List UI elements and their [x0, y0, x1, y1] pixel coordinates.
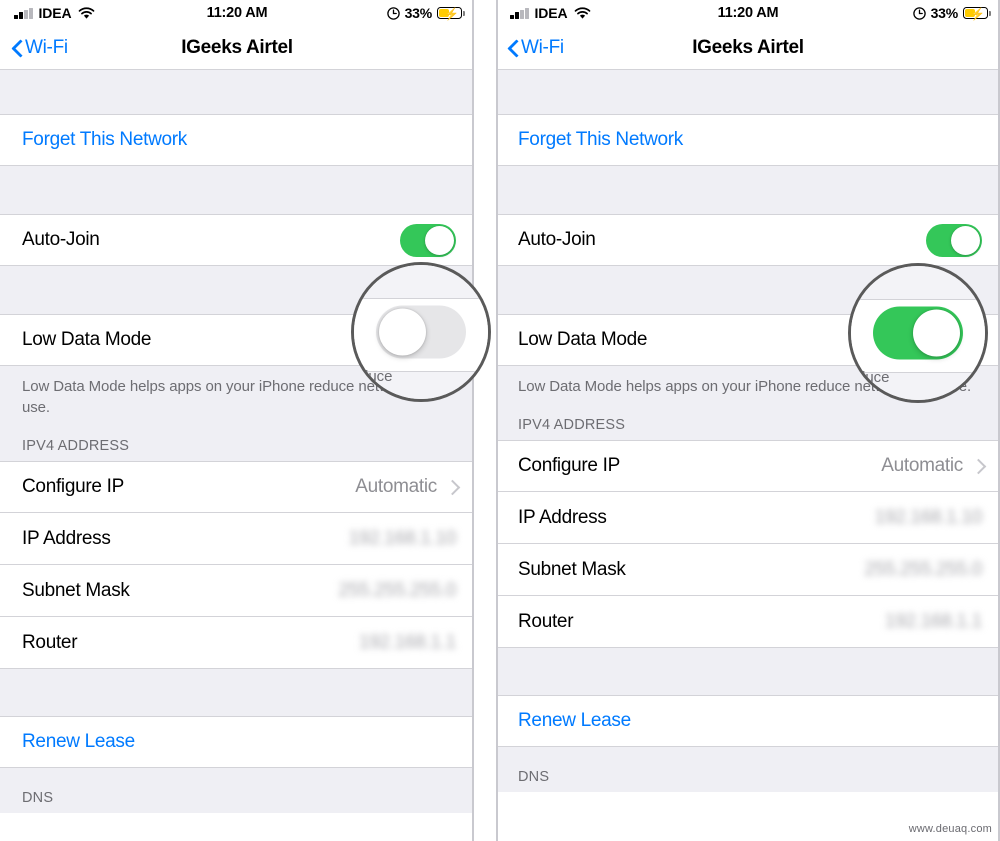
subnet-mask-label: Subnet Mask — [22, 579, 130, 601]
status-bar-left: IDEA 11:20 AM 33% ⚡ — [0, 0, 474, 26]
low-data-mode-label: Low Data Mode — [22, 329, 152, 350]
ipv4-section-header: IPV4 ADDRESS — [0, 418, 474, 461]
auto-join-label: Auto-Join — [22, 229, 100, 250]
status-bar-right-group: 33% ⚡ — [386, 5, 465, 21]
back-button[interactable]: Wi-Fi — [496, 37, 564, 59]
magnifier-bg-above — [354, 265, 488, 298]
panel-border-right — [472, 0, 474, 841]
battery-percent-label: 33% — [930, 5, 959, 21]
group-gap — [496, 70, 1000, 114]
dns-section-header: DNS — [0, 768, 474, 813]
battery-charging-icon: ⚡ — [963, 7, 991, 20]
group-gap — [496, 648, 1000, 695]
settings-list-right: Forget This Network Auto-Join Low Data M… — [496, 70, 1000, 792]
chevron-left-icon — [508, 39, 518, 57]
auto-join-row[interactable]: Auto-Join — [496, 214, 1000, 266]
site-watermark: www.deuaq.com — [908, 823, 992, 835]
dns-section-header: DNS — [496, 747, 1000, 792]
group-gap — [0, 70, 474, 114]
magnifier-ghost-text: duce — [857, 369, 890, 386]
battery-charging-icon: ⚡ — [437, 7, 465, 20]
low-data-mode-toggle-magnified-on[interactable] — [873, 306, 963, 360]
back-button[interactable]: Wi-Fi — [0, 37, 68, 59]
battery-percent-label: 33% — [404, 5, 433, 21]
subnet-mask-value: 255.255.255.0 — [864, 558, 982, 580]
forget-this-network-label: Forget This Network — [518, 129, 684, 150]
subnet-mask-value: 255.255.255.0 — [338, 579, 456, 601]
nav-bar-right: Wi-Fi IGeeks Airtel — [496, 26, 1000, 70]
settings-list-left: Forget This Network Auto-Join Low Data M… — [0, 70, 474, 813]
renew-lease-label: Renew Lease — [22, 731, 135, 752]
screenshot-stage: IDEA 11:20 AM 33% ⚡ Wi-Fi IGeeks Airtel … — [0, 0, 1000, 841]
subnet-mask-row[interactable]: Subnet Mask 255.255.255.0 — [0, 565, 474, 617]
page-title: IGeeks Airtel — [692, 36, 804, 58]
group-gap — [0, 669, 474, 716]
renew-lease-label: Renew Lease — [518, 710, 631, 731]
panel-border-left — [496, 0, 498, 841]
router-row[interactable]: Router 192.168.1.1 — [496, 596, 1000, 648]
low-data-mode-toggle-magnified-off[interactable] — [376, 305, 466, 359]
configure-ip-row[interactable]: Configure IP Automatic — [0, 461, 474, 513]
renew-lease-row[interactable]: Renew Lease — [0, 716, 474, 768]
chevron-right-icon — [973, 458, 982, 474]
configure-ip-label: Configure IP — [518, 455, 621, 476]
ip-address-row[interactable]: IP Address 192.168.1.10 — [496, 492, 1000, 544]
auto-join-toggle[interactable] — [926, 223, 982, 257]
ip-address-label: IP Address — [518, 506, 607, 528]
subnet-mask-row[interactable]: Subnet Mask 255.255.255.0 — [496, 544, 1000, 596]
router-label: Router — [518, 610, 574, 632]
router-value: 192.168.1.1 — [358, 631, 456, 653]
group-gap — [0, 166, 474, 214]
configure-ip-label: Configure IP — [22, 476, 125, 497]
magnifier-bg-above — [851, 266, 985, 299]
magnifier-bg-below: duce — [354, 368, 488, 399]
magnifier-bg-below: duce — [851, 369, 985, 400]
back-button-label: Wi-Fi — [25, 36, 68, 58]
forget-this-network-row[interactable]: Forget This Network — [0, 114, 474, 166]
status-bar-right: IDEA 11:20 AM 33% ⚡ — [496, 0, 1000, 26]
magnifier-callout-right: duce — [848, 263, 988, 403]
magnifier-ghost-text: duce — [360, 368, 393, 385]
auto-join-toggle[interactable] — [400, 223, 456, 257]
nav-bar-left: Wi-Fi IGeeks Airtel — [0, 26, 474, 70]
ip-address-value: 192.168.1.10 — [348, 527, 457, 549]
renew-lease-row[interactable]: Renew Lease — [496, 695, 1000, 747]
ip-address-row[interactable]: IP Address 192.168.1.10 — [0, 513, 474, 565]
router-label: Router — [22, 631, 78, 653]
configure-ip-row[interactable]: Configure IP Automatic — [496, 440, 1000, 492]
chevron-left-icon — [12, 39, 22, 57]
configure-ip-value: Automatic — [355, 476, 437, 497]
page-title: IGeeks Airtel — [181, 36, 293, 58]
low-data-mode-label: Low Data Mode — [518, 329, 648, 350]
forget-this-network-row[interactable]: Forget This Network — [496, 114, 1000, 166]
router-row[interactable]: Router 192.168.1.1 — [0, 617, 474, 669]
ip-address-label: IP Address — [22, 527, 111, 549]
subnet-mask-label: Subnet Mask — [518, 558, 626, 580]
magnifier-callout-left: duce — [351, 262, 491, 402]
ipv4-section-header: IPV4 ADDRESS — [496, 397, 1000, 440]
router-value: 192.168.1.1 — [884, 610, 982, 632]
chevron-right-icon — [447, 479, 456, 495]
forget-this-network-label: Forget This Network — [22, 129, 188, 150]
phone-screenshot-left: IDEA 11:20 AM 33% ⚡ Wi-Fi IGeeks Airtel … — [0, 0, 474, 841]
group-gap — [496, 166, 1000, 214]
alarm-clock-icon — [386, 6, 400, 20]
status-bar-right-group: 33% ⚡ — [912, 5, 991, 21]
auto-join-row[interactable]: Auto-Join — [0, 214, 474, 266]
alarm-clock-icon — [912, 6, 926, 20]
configure-ip-value: Automatic — [881, 455, 963, 476]
phone-screenshot-right: IDEA 11:20 AM 33% ⚡ Wi-Fi IGeeks Airtel … — [496, 0, 1000, 841]
auto-join-label: Auto-Join — [518, 229, 596, 250]
back-button-label: Wi-Fi — [521, 36, 564, 58]
ip-address-value: 192.168.1.10 — [874, 506, 983, 528]
